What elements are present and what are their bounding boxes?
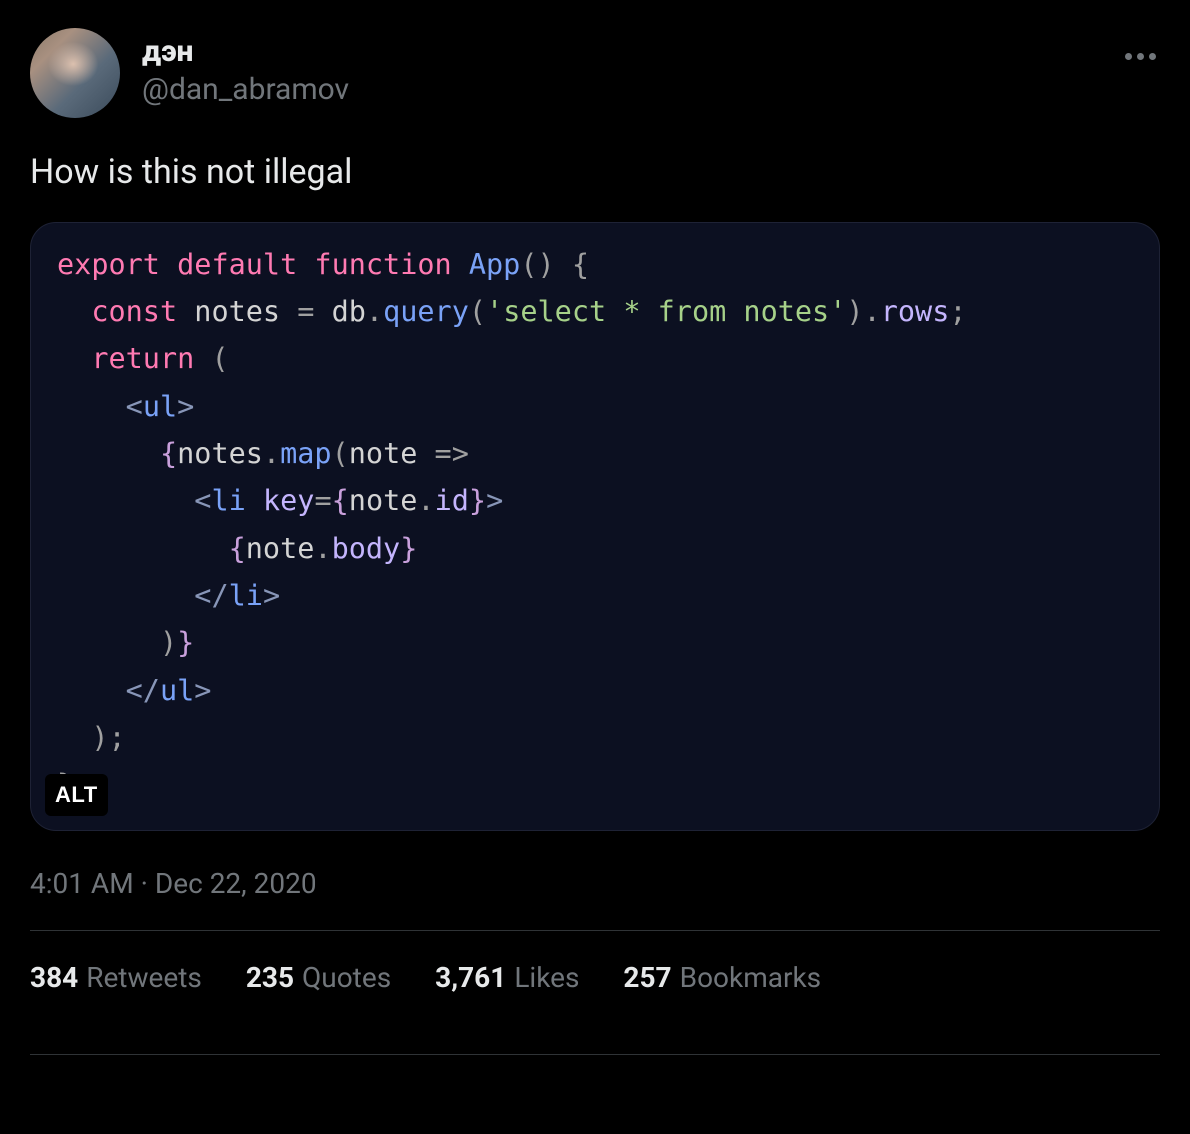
code-line: } [57, 761, 1133, 808]
more-button[interactable] [1120, 36, 1160, 76]
avatar[interactable] [30, 28, 120, 118]
time: 4:01 AM [30, 867, 134, 900]
code-line: <li key={note.id}> [57, 477, 1133, 524]
code-line: export default function App() { [57, 241, 1133, 288]
timestamp-sep: · [134, 867, 155, 900]
code-line: <ul> [57, 383, 1133, 430]
code-line: const notes = db.query('select * from no… [57, 288, 1133, 335]
ellipsis-icon [1125, 53, 1156, 60]
divider [30, 1054, 1160, 1055]
quotes-label: Quotes [302, 961, 391, 994]
bookmarks-stat[interactable]: 257 Bookmarks [623, 961, 821, 994]
code-content: export default function App() { const no… [57, 241, 1133, 809]
tweet-header: дэн @dan_abramov [30, 28, 1160, 118]
code-line: {note.body} [57, 525, 1133, 572]
alt-badge[interactable]: ALT [45, 774, 108, 817]
retweets-stat[interactable]: 384Retweets [30, 961, 202, 994]
code-line: return ( [57, 335, 1133, 382]
quotes-count: 235 [246, 961, 294, 994]
likes-count: 3,761 [435, 961, 506, 994]
code-line: )} [57, 619, 1133, 666]
retweets-count: 384 [30, 961, 78, 994]
code-line: </li> [57, 572, 1133, 619]
timestamp[interactable]: 4:01 AM · Dec 22, 2020 [30, 867, 1160, 900]
retweets-label: Retweets [86, 961, 202, 994]
quotes-stat[interactable]: 235Quotes [246, 961, 391, 994]
code-line: ); [57, 714, 1133, 761]
tweet-text: How is this not illegal [30, 150, 1160, 196]
handle: @dan_abramov [142, 70, 349, 109]
likes-label: Likes [514, 961, 579, 994]
display-name: дэн [142, 34, 349, 70]
bookmarks-count: 257 [623, 961, 671, 994]
date: Dec 22, 2020 [155, 867, 317, 900]
bookmarks-label: Bookmarks [680, 961, 822, 994]
code-image[interactable]: export default function App() { const no… [30, 222, 1160, 832]
code-line: {notes.map(note => [57, 430, 1133, 477]
tweet-container: дэн @dan_abramov How is this not illegal… [0, 0, 1190, 1055]
likes-stat[interactable]: 3,761Likes [435, 961, 579, 994]
code-line: </ul> [57, 667, 1133, 714]
stats-bar: 384Retweets 235Quotes 3,761Likes 257 Book… [30, 931, 1160, 1024]
author-names[interactable]: дэн @dan_abramov [142, 28, 349, 109]
